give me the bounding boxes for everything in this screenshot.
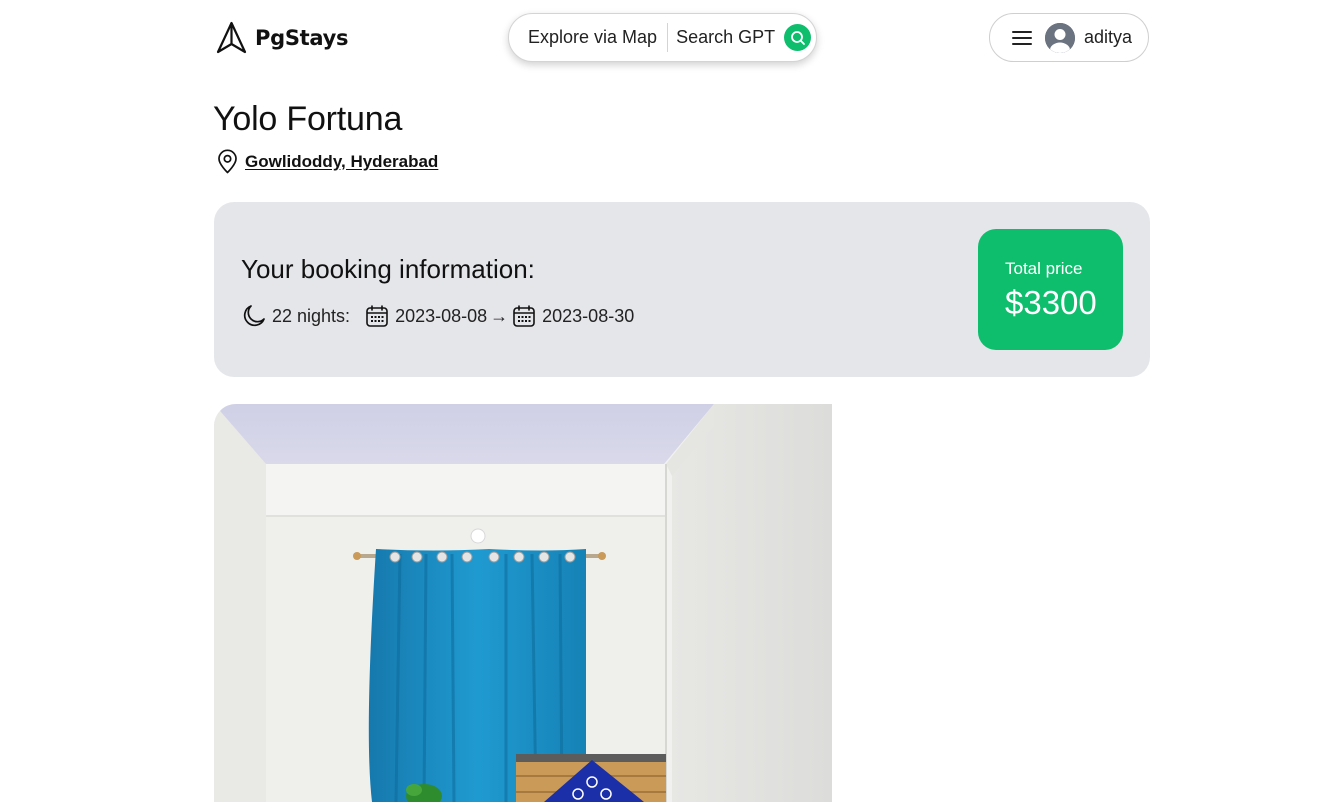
calendar-icon [366, 305, 388, 327]
user-avatar-icon [1045, 22, 1075, 53]
map-pin-icon [218, 149, 237, 174]
booking-info-panel: Your booking information: 22 nights: 202… [214, 202, 1150, 377]
paper-plane-icon [216, 21, 247, 54]
listing-photo[interactable] [214, 404, 832, 802]
search-gpt-button[interactable]: Search GPT [676, 27, 775, 48]
booking-dates-row: 22 nights: 2023-08-08 → 2023-08-30 [241, 303, 634, 329]
address-text[interactable]: Gowlidoddy, Hyderabad [245, 152, 438, 172]
search-icon [790, 30, 805, 45]
price-value: $3300 [1005, 284, 1097, 321]
address-link[interactable]: Gowlidoddy, Hyderabad [216, 149, 438, 174]
search-bar: Explore via Map Search GPT [508, 13, 817, 62]
moon-icon [243, 305, 265, 327]
check-out-date: 2023-08-30 [542, 305, 635, 326]
total-price-box: Total price $3300 [978, 229, 1123, 350]
logo-link[interactable]: PgStays [216, 21, 349, 54]
logo-text: PgStays [255, 25, 349, 50]
search-button[interactable] [784, 24, 812, 51]
hamburger-icon [1012, 30, 1032, 45]
booking-heading: Your booking information: [241, 254, 535, 284]
check-in-date: 2023-08-08 [395, 305, 488, 326]
room-photo-illustration [214, 404, 832, 802]
site-header: PgStays Explore via Map Search GPT adity… [0, 0, 1327, 80]
explore-via-map-button[interactable]: Explore via Map [528, 27, 657, 48]
calendar-icon [513, 305, 535, 327]
search-divider [667, 23, 669, 52]
date-arrow: → [490, 305, 509, 326]
nights-count: 22 nights: [272, 305, 351, 326]
user-menu-button[interactable]: aditya [989, 13, 1149, 62]
price-label: Total price [1005, 259, 1083, 278]
username: aditya [1084, 27, 1133, 47]
listing-title: Yolo Fortuna [213, 100, 403, 138]
